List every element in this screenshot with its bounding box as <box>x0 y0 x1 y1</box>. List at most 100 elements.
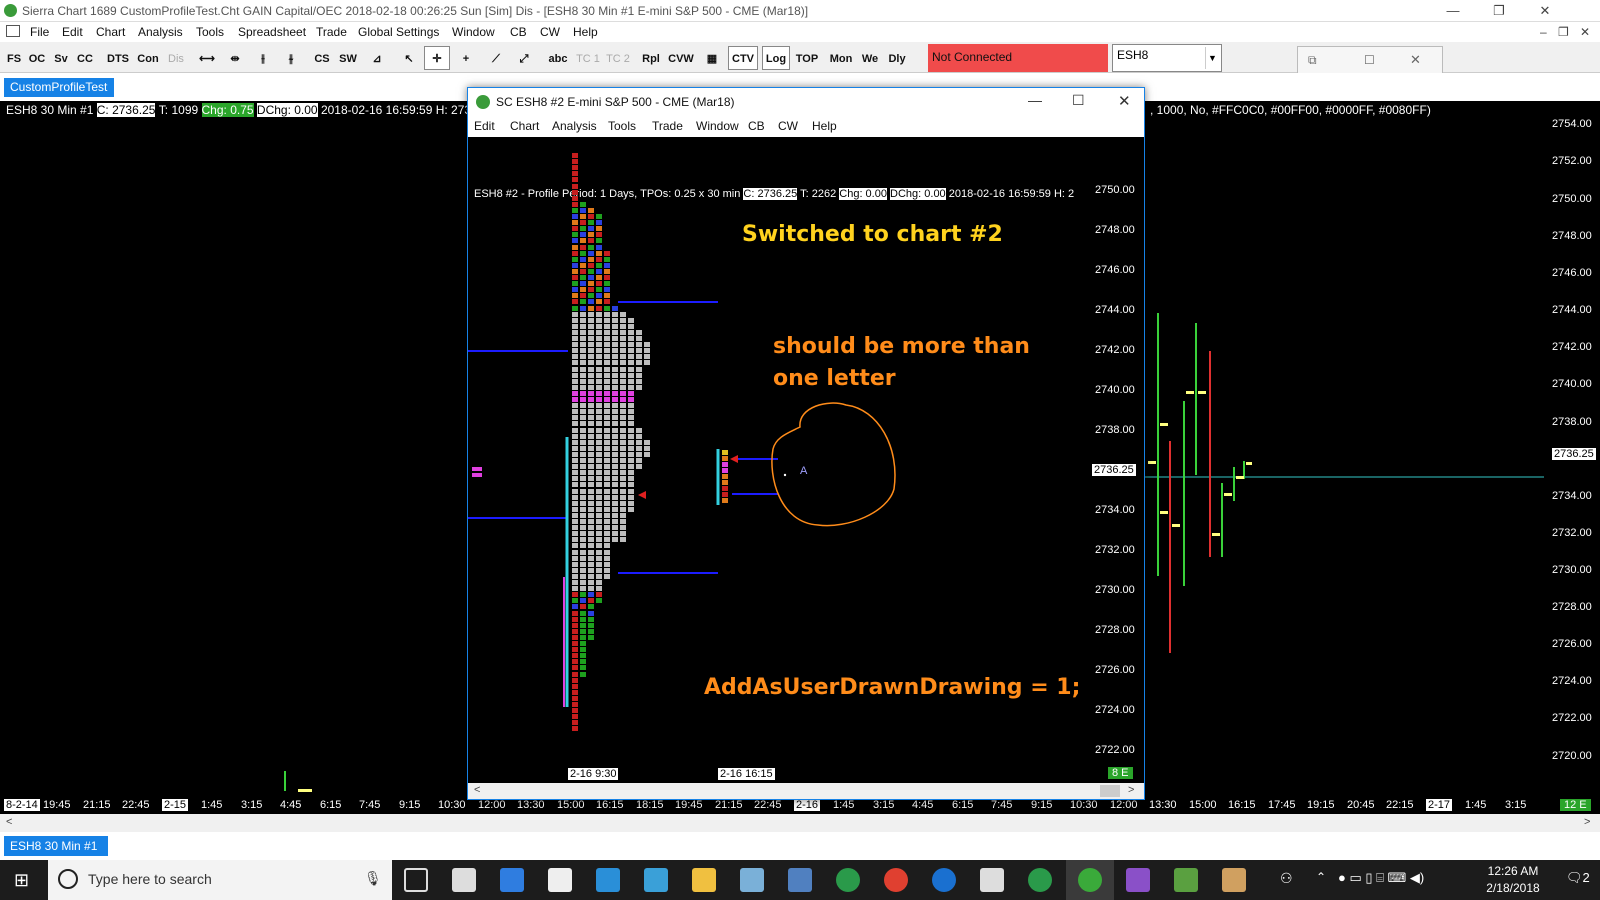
ctv-button[interactable]: CTV <box>728 46 758 70</box>
sierra-chart-active-icon[interactable] <box>1078 868 1102 892</box>
windows-start-icon[interactable]: ⊞ <box>14 870 29 891</box>
chart2-menu-edit[interactable]: Edit <box>474 119 495 133</box>
menu-help[interactable]: Help <box>573 25 598 39</box>
microphone-icon[interactable]: 🎙 <box>364 870 382 887</box>
fs-button[interactable]: FS <box>4 46 24 70</box>
globe-app-icon[interactable] <box>1028 868 1052 892</box>
top-button[interactable]: TOP <box>792 46 822 70</box>
mdi-restore-icon[interactable]: ❐ <box>1558 25 1569 39</box>
app-icon[interactable] <box>644 868 668 892</box>
edge-icon[interactable] <box>932 868 956 892</box>
window-maximize-icon[interactable]: ☐ <box>1364 53 1375 67</box>
sv-button[interactable]: Sv <box>50 46 72 70</box>
dropbox-icon[interactable] <box>500 868 524 892</box>
chart2-scroll-left-icon[interactable]: < <box>474 784 480 796</box>
h-spacing-icon[interactable]: ⟷ <box>196 46 218 70</box>
mdi-close-icon[interactable]: ✕ <box>1580 25 1590 39</box>
h-spacing-2-icon[interactable]: ⇹ <box>224 46 246 70</box>
line-tool-icon[interactable]: ⟋ <box>484 46 508 70</box>
menu-spreadsheet[interactable]: Spreadsheet <box>238 25 306 39</box>
bars-app-icon[interactable] <box>788 868 812 892</box>
pointer-icon[interactable]: ↖ <box>398 46 420 70</box>
chart2-menu-window[interactable]: Window <box>696 119 739 133</box>
menu-trade[interactable]: Trade <box>316 25 347 39</box>
window-restore-icon[interactable]: ⧉ <box>1308 53 1317 68</box>
chart2-scrollbar[interactable]: < > <box>468 783 1144 799</box>
chart2-scroll-thumb[interactable] <box>1100 785 1120 797</box>
dts-button[interactable]: DTS <box>104 46 132 70</box>
window-close-icon[interactable]: ✕ <box>1410 52 1421 68</box>
taskbar-clock[interactable]: 12:26 AM 2/18/2018 <box>1478 863 1548 897</box>
amazon-icon[interactable] <box>548 868 572 892</box>
restore-icon[interactable]: ❐ <box>1476 0 1522 22</box>
task-view-icon[interactable] <box>404 868 428 892</box>
close-icon[interactable]: ✕ <box>1522 0 1568 22</box>
mail-icon[interactable] <box>980 868 1004 892</box>
menu-tools[interactable]: Tools <box>196 25 224 39</box>
oc-button[interactable]: OC <box>26 46 48 70</box>
con-button[interactable]: Con <box>134 46 162 70</box>
scroll-left-icon[interactable]: < <box>6 816 12 828</box>
sierra-chart-icon[interactable] <box>836 868 860 892</box>
sw-button[interactable]: SW <box>336 46 360 70</box>
tray-icons[interactable]: ● ▭ ▯ ⌸ ⌨ ◀) <box>1338 870 1424 886</box>
tab-customprofiletest[interactable]: CustomProfileTest <box>4 78 114 97</box>
people-icon[interactable]: ⚇ <box>1280 870 1293 887</box>
cs-button[interactable]: CS <box>310 46 334 70</box>
chart2-close-icon[interactable]: ✕ <box>1118 92 1131 110</box>
menu-edit[interactable]: Edit <box>62 25 83 39</box>
crosshair-icon[interactable]: ✛ <box>424 46 450 70</box>
ray-tool-icon[interactable]: ⤢ <box>512 46 536 70</box>
cc-button[interactable]: CC <box>74 46 96 70</box>
rpl-button[interactable]: Rpl <box>638 46 664 70</box>
tc2-button[interactable]: TC 2 <box>604 46 632 70</box>
store-icon[interactable] <box>452 868 476 892</box>
mdi-minimize-icon[interactable]: – <box>1540 25 1547 39</box>
tc1-button[interactable]: TC 1 <box>574 46 602 70</box>
chart2-window[interactable]: SC ESH8 #2 E-mini S&P 500 - CME (Mar18) … <box>467 87 1145 800</box>
chart2-menu-tools[interactable]: Tools <box>608 119 636 133</box>
taskbar-search[interactable]: Type here to search 🎙 <box>48 860 392 900</box>
chart2-menu-chart[interactable]: Chart <box>510 119 539 133</box>
visual-studio-icon[interactable] <box>1126 868 1150 892</box>
chart2-menu-trade[interactable]: Trade <box>652 119 683 133</box>
infinity-app-icon[interactable] <box>596 868 620 892</box>
menu-chart[interactable]: Chart <box>96 25 125 39</box>
minimize-icon[interactable]: — <box>1430 0 1476 22</box>
chrome-icon[interactable] <box>884 868 908 892</box>
menu-file[interactable]: File <box>30 25 49 39</box>
minimized-window[interactable]: ⧉ ☐ ✕ <box>1297 46 1443 76</box>
dis-button[interactable]: Dis <box>164 46 188 70</box>
text-tool-button[interactable]: abc <box>544 46 572 70</box>
chart2-minimize-icon[interactable]: — <box>1028 92 1042 108</box>
chart-calc-icon[interactable]: ⊿ <box>364 46 390 70</box>
chart2-canvas[interactable]: ESH8 #2 - Profile Period: 1 Days, TPOs: … <box>468 137 1088 767</box>
cvw-button[interactable]: CVW <box>666 46 696 70</box>
symbol-select[interactable]: ESH8 ▼ <box>1112 44 1222 72</box>
menu-window[interactable]: Window <box>452 25 495 39</box>
log-button[interactable]: Log <box>762 46 790 70</box>
chart2-scroll-right-icon[interactable]: > <box>1128 784 1134 796</box>
scroll-right-icon[interactable]: > <box>1584 816 1590 828</box>
paint-icon[interactable] <box>1222 868 1246 892</box>
notes-icon[interactable] <box>740 868 764 892</box>
we-button[interactable]: We <box>858 46 882 70</box>
menu-cb[interactable]: CB <box>510 25 527 39</box>
dly-button[interactable]: Dly <box>884 46 910 70</box>
chevron-down-icon[interactable]: ▼ <box>1205 47 1219 69</box>
horizontal-scrollbar[interactable]: < > <box>0 814 1600 832</box>
chart2-menu-help[interactable]: Help <box>812 119 837 133</box>
spreadsheet-app-icon[interactable] <box>1174 868 1198 892</box>
zoom-bars-2-icon[interactable]: ⫳ <box>280 46 302 70</box>
trade-window-icon[interactable]: ▦ <box>700 46 724 70</box>
chart2-maximize-icon[interactable]: ☐ <box>1072 92 1085 109</box>
menu-global-settings[interactable]: Global Settings <box>358 25 439 39</box>
cursor-icon[interactable]: + <box>454 46 478 70</box>
chevron-up-icon[interactable]: ⌃ <box>1316 870 1326 884</box>
zoom-bars-icon[interactable]: ⫲ <box>252 46 274 70</box>
chart2-menu-analysis[interactable]: Analysis <box>552 119 597 133</box>
mon-button[interactable]: Mon <box>826 46 856 70</box>
menu-analysis[interactable]: Analysis <box>138 25 183 39</box>
notification-icon[interactable]: 🗨2 <box>1566 870 1590 886</box>
menu-cw[interactable]: CW <box>540 25 560 39</box>
